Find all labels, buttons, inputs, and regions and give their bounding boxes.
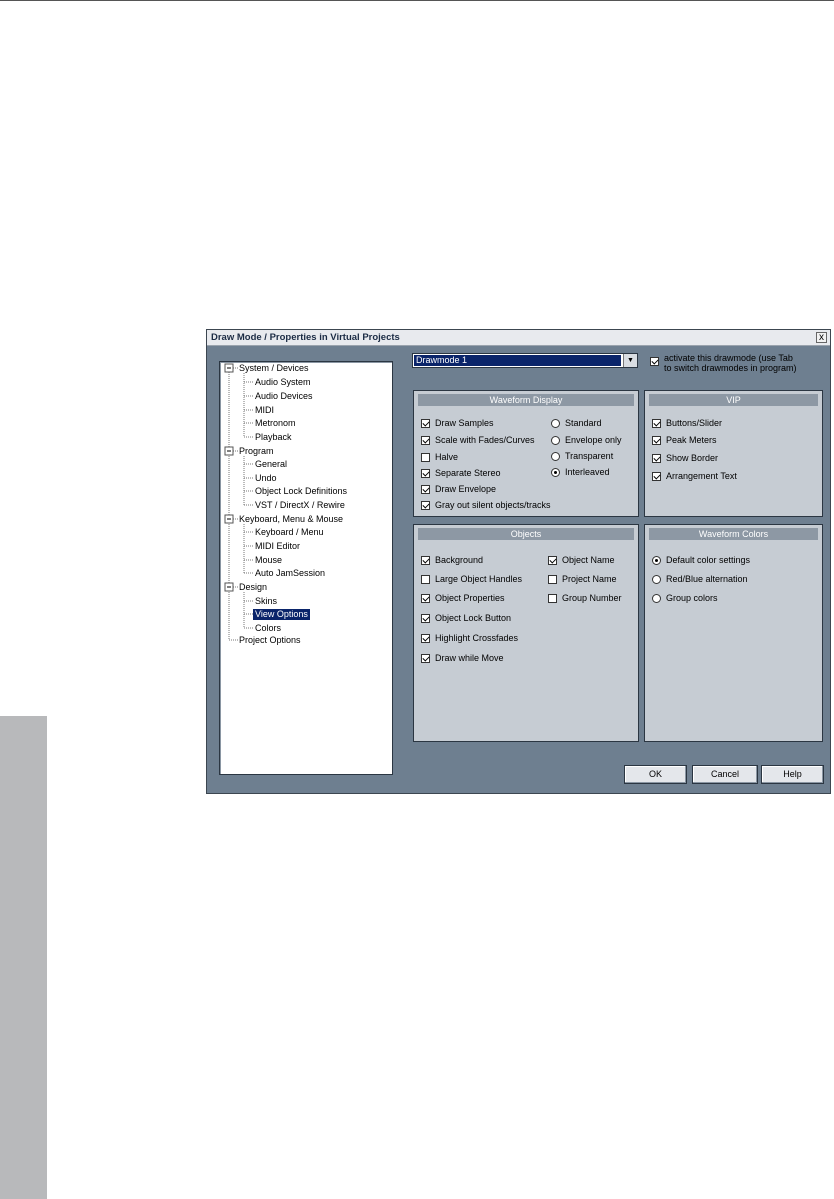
group-colors-label: Group colors	[666, 593, 718, 603]
activate-drawmode-label: activate this drawmode (use Tab to switc…	[664, 353, 797, 373]
close-button[interactable]: x	[816, 332, 827, 343]
halve-label: Halve	[435, 452, 459, 462]
show-border-checkbox[interactable]	[652, 454, 661, 463]
halve-checkbox[interactable]	[421, 453, 430, 462]
interleaved-label: Interleaved	[565, 467, 610, 477]
objects-panel: Objects Background Large Object Handles …	[413, 524, 639, 742]
waveform-colors-title: Waveform Colors	[649, 528, 818, 540]
gray-out-silent-checkbox[interactable]	[421, 501, 430, 510]
tree-item-audio-devices[interactable]: Audio Devices	[255, 391, 313, 402]
background-checkbox[interactable]	[421, 556, 430, 565]
red-blue-alternation-radio[interactable]	[652, 575, 661, 584]
standard-radio[interactable]	[551, 419, 560, 428]
tree-item-undo[interactable]: Undo	[255, 473, 277, 484]
buttons-slider-checkbox[interactable]	[652, 419, 661, 428]
tree-item-auto-jamsession[interactable]: Auto JamSession	[255, 568, 325, 579]
show-border-label: Show Border	[666, 453, 719, 463]
standard-label: Standard	[565, 418, 602, 428]
dialog-titlebar: Draw Mode / Properties in Virtual Projec…	[207, 330, 830, 346]
draw-mode-dialog: Draw Mode / Properties in Virtual Projec…	[206, 329, 831, 794]
arrangement-text-label: Arrangement Text	[666, 471, 737, 481]
draw-envelope-checkbox[interactable]	[421, 485, 430, 494]
group-number-checkbox[interactable]	[548, 594, 557, 603]
highlight-crossfades-checkbox[interactable]	[421, 634, 430, 643]
object-lock-button-checkbox[interactable]	[421, 614, 430, 623]
draw-while-move-label: Draw while Move	[435, 653, 504, 663]
group-number-label: Group Number	[562, 593, 622, 603]
tree-item-general[interactable]: General	[255, 459, 287, 470]
help-button[interactable]: Help	[761, 765, 824, 784]
object-lock-button-label: Object Lock Button	[435, 613, 512, 623]
tree-item-audio-system[interactable]: Audio System	[255, 377, 311, 388]
draw-samples-label: Draw Samples	[435, 418, 494, 428]
interleaved-radio[interactable]	[551, 468, 560, 477]
peak-meters-label: Peak Meters	[666, 435, 717, 445]
default-color-settings-radio[interactable]	[652, 556, 661, 565]
tree-item-keyboard-menu-mouse[interactable]: Keyboard, Menu & Mouse	[239, 514, 343, 525]
vip-panel: VIP Buttons/Slider Peak Meters Show Bord…	[644, 390, 823, 517]
default-color-settings-label: Default color settings	[666, 555, 751, 565]
tree-item-view-options[interactable]: View Options	[253, 609, 310, 620]
chevron-down-icon[interactable]: ▼	[623, 354, 637, 367]
draw-envelope-label: Draw Envelope	[435, 484, 497, 494]
draw-while-move-checkbox[interactable]	[421, 654, 430, 663]
tree-item-object-lock-definitions[interactable]: Object Lock Definitions	[255, 486, 347, 497]
transparent-radio[interactable]	[551, 452, 560, 461]
tree-item-midi-editor[interactable]: MIDI Editor	[255, 541, 300, 552]
separate-stereo-checkbox[interactable]	[421, 469, 430, 478]
object-properties-checkbox[interactable]	[421, 594, 430, 603]
waveform-display-title: Waveform Display	[418, 394, 634, 406]
objects-title: Objects	[418, 528, 634, 540]
scale-fades-checkbox[interactable]	[421, 436, 430, 445]
vip-title: VIP	[649, 394, 818, 406]
tree-item-program[interactable]: Program	[239, 446, 274, 457]
background-label: Background	[435, 555, 484, 565]
envelope-only-label: Envelope only	[565, 435, 622, 445]
tree-item-colors[interactable]: Colors	[255, 623, 281, 634]
ok-button[interactable]: OK	[624, 765, 687, 784]
draw-samples-checkbox[interactable]	[421, 419, 430, 428]
tree-item-project-options[interactable]: Project Options	[239, 635, 301, 646]
project-name-label: Project Name	[562, 574, 617, 584]
close-icon: x	[819, 332, 824, 343]
large-object-handles-checkbox[interactable]	[421, 575, 430, 584]
page-top-rule	[0, 0, 834, 1]
object-name-label: Object Name	[562, 555, 615, 565]
drawmode-selected-value: Drawmode 1	[414, 355, 621, 366]
activate-drawmode-checkbox[interactable]	[650, 357, 659, 366]
object-properties-label: Object Properties	[435, 593, 505, 603]
tree-item-metronom[interactable]: Metronom	[255, 418, 296, 429]
red-blue-alternation-label: Red/Blue alternation	[666, 574, 748, 584]
cancel-button[interactable]: Cancel	[692, 765, 758, 784]
page-side-tab	[0, 716, 47, 1199]
gray-out-silent-label: Gray out silent objects/tracks	[435, 500, 551, 510]
transparent-label: Transparent	[565, 451, 614, 461]
group-colors-radio[interactable]	[652, 594, 661, 603]
object-name-checkbox[interactable]	[548, 556, 557, 565]
tree-item-design[interactable]: Design	[239, 582, 267, 593]
separate-stereo-label: Separate Stereo	[435, 468, 501, 478]
waveform-display-panel: Waveform Display Draw Samples Scale with…	[413, 390, 639, 517]
tree-item-mouse[interactable]: Mouse	[255, 555, 282, 566]
waveform-colors-panel: Waveform Colors Default color settings R…	[644, 524, 823, 742]
tree-item-midi[interactable]: MIDI	[255, 405, 274, 416]
envelope-only-radio[interactable]	[551, 436, 560, 445]
large-object-handles-label: Large Object Handles	[435, 574, 523, 584]
tree-item-vst-directx-rewire[interactable]: VST / DirectX / Rewire	[255, 500, 345, 511]
tree-item-skins[interactable]: Skins	[255, 596, 277, 607]
buttons-slider-label: Buttons/Slider	[666, 418, 723, 428]
tree-item-playback[interactable]: Playback	[255, 432, 292, 443]
drawmode-select[interactable]: Drawmode 1 ▼	[412, 353, 638, 368]
peak-meters-checkbox[interactable]	[652, 436, 661, 445]
dialog-title: Draw Mode / Properties in Virtual Projec…	[211, 332, 400, 343]
options-tree[interactable]: System / Devices Audio System Audio Devi…	[219, 361, 393, 775]
arrangement-text-checkbox[interactable]	[652, 472, 661, 481]
project-name-checkbox[interactable]	[548, 575, 557, 584]
tree-item-system-devices[interactable]: System / Devices	[239, 363, 309, 374]
tree-item-keyboard-menu[interactable]: Keyboard / Menu	[255, 527, 324, 538]
scale-fades-label: Scale with Fades/Curves	[435, 435, 535, 445]
highlight-crossfades-label: Highlight Crossfades	[435, 633, 519, 643]
